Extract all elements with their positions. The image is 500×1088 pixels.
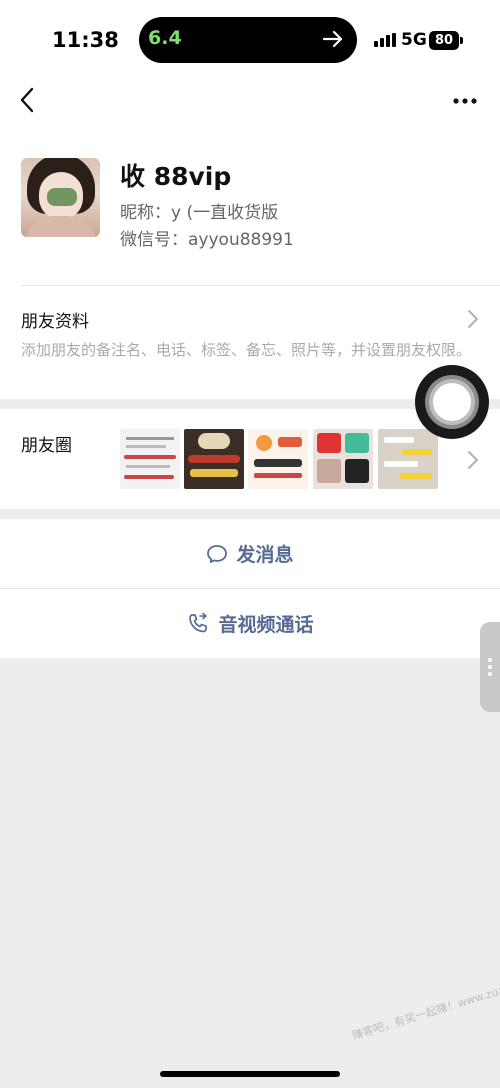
phone-call-icon [189, 612, 208, 632]
chat-bubble-icon [207, 544, 228, 563]
chevron-right-icon [468, 310, 478, 328]
moments-thumbnail [313, 429, 373, 489]
moments-thumbnail [248, 429, 308, 489]
moments-thumbnail [378, 429, 438, 489]
battery-icon: 80 [429, 31, 459, 50]
moments-thumbnail [184, 429, 244, 489]
send-message-button[interactable]: 发消息 [0, 519, 500, 588]
video-call-label: 音视频通话 [218, 614, 314, 636]
ellipsis-icon[interactable] [448, 84, 482, 116]
status-bar: 11:38 6.4 5G 80 [0, 0, 500, 80]
chevron-right-icon [468, 451, 478, 469]
moments-thumbnail [120, 429, 180, 489]
island-speed: 6.4 [148, 27, 182, 49]
battery-tip [460, 37, 463, 44]
home-indicator[interactable] [160, 1071, 340, 1077]
battery-level: 80 [434, 33, 454, 48]
friend-info-title: 朋友资料 [21, 312, 89, 332]
profile-nickname: 昵称：y (一直收货版 [120, 203, 279, 223]
send-message-label: 发消息 [236, 544, 294, 566]
dynamic-island[interactable]: 6.4 [139, 17, 357, 63]
assistive-touch-button[interactable] [415, 365, 489, 439]
video-call-button[interactable]: 音视频通话 [0, 589, 500, 658]
profile-name: 收 88vip [120, 162, 232, 191]
watermark: 赚客吧，有奖一起赚！www.zuanke8.com [350, 967, 500, 1043]
friend-info-description: 添加朋友的备注名、电话、标签、备忘、照片等，并设置朋友权限。 [21, 341, 472, 359]
status-time: 11:38 [52, 28, 119, 52]
profile-wechat-id: 微信号：ayyou88991 [120, 230, 294, 250]
chevron-left-icon[interactable] [14, 84, 42, 116]
avatar[interactable] [21, 158, 100, 237]
network-type: 5G [401, 30, 427, 50]
signal-icon [374, 33, 398, 47]
side-drawer-handle[interactable] [480, 622, 500, 712]
arrow-right-icon [322, 30, 343, 48]
profile-header: 收 88vip 昵称：y (一直收货版 微信号：ayyou88991 [0, 120, 500, 286]
moments-title: 朋友圈 [21, 436, 72, 456]
nav-bar [0, 80, 500, 120]
